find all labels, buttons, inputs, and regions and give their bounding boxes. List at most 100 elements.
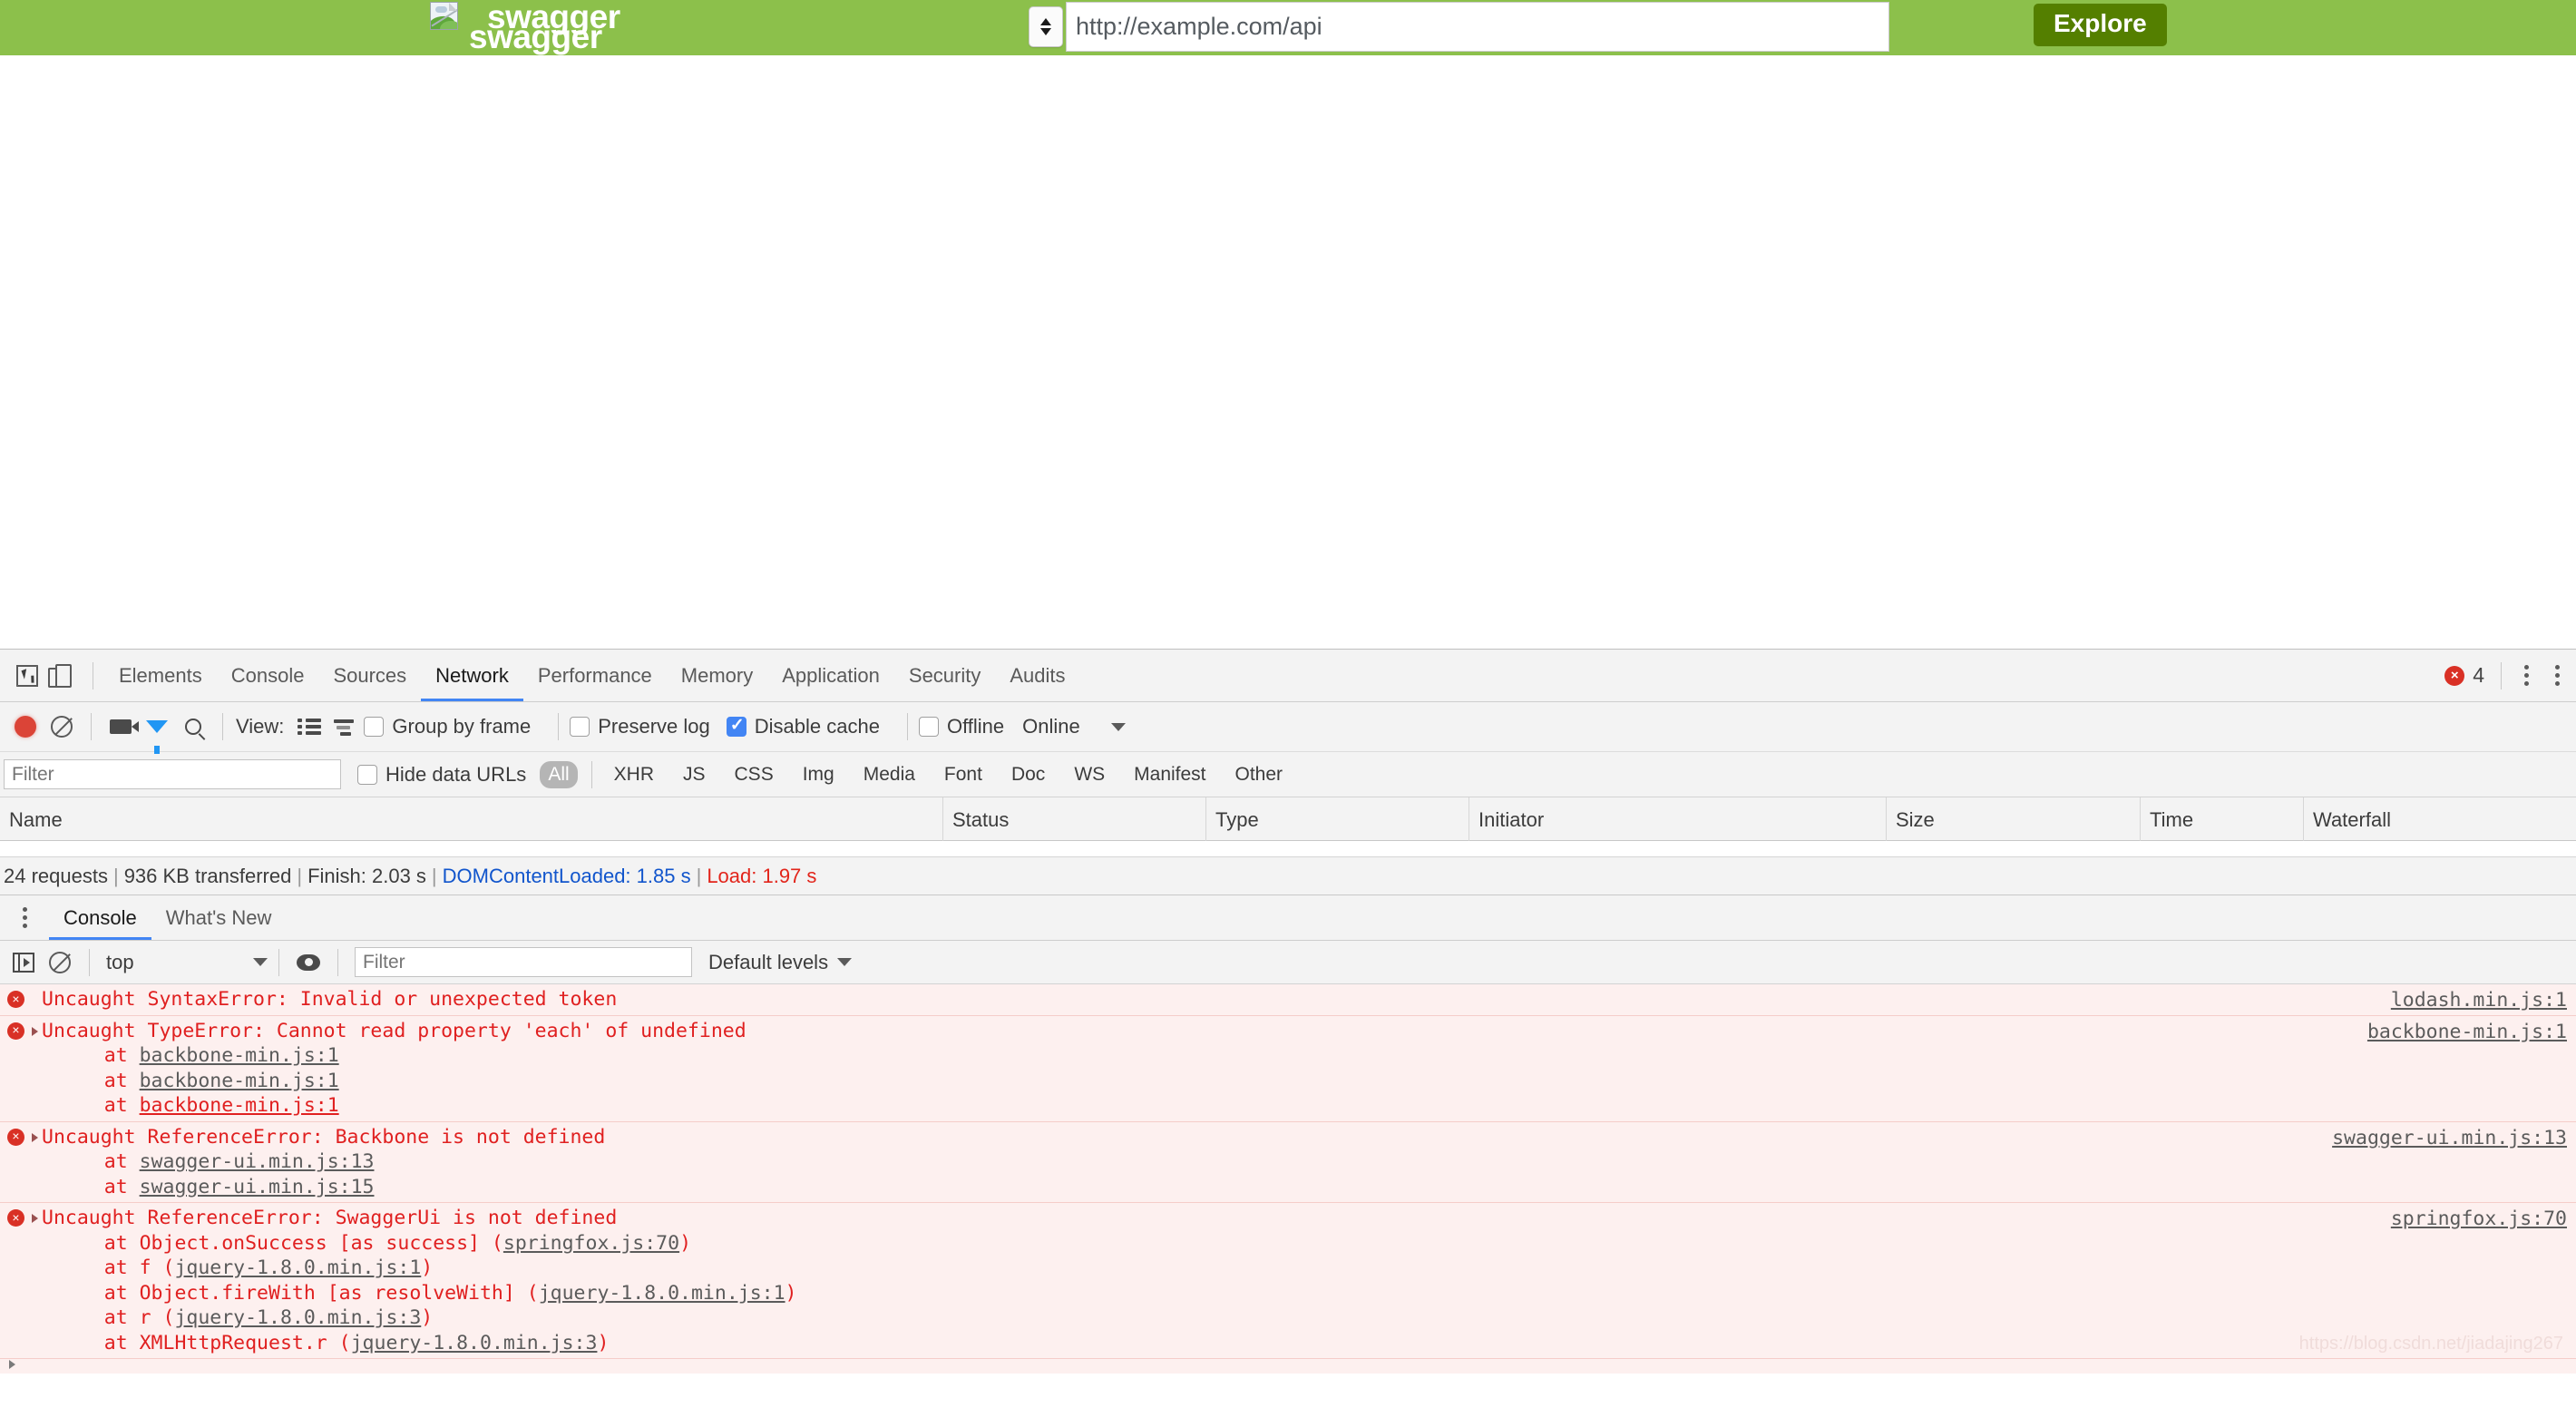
resource-filter-js[interactable]: JS (675, 761, 714, 788)
stepper-down-icon[interactable] (1040, 28, 1051, 35)
network-table-header: Name Status Type Initiator Size Time Waterfall (0, 797, 2576, 841)
network-filter-input[interactable] (4, 759, 341, 789)
console-message-source-link[interactable]: springfox.js:70 (2391, 1207, 2567, 1232)
stack-line-source-link[interactable]: backbone-min.js:1 (140, 1070, 339, 1092)
throttling-chevron-down-icon[interactable] (1110, 722, 1126, 731)
stack-line-source-link[interactable]: backbone-min.js:1 (140, 1094, 339, 1117)
resource-filter-img[interactable]: Img (795, 761, 843, 788)
drawer-tab-console[interactable]: Console (49, 895, 151, 940)
resource-filter-css[interactable]: CSS (727, 761, 782, 788)
error-count-badge[interactable]: × 4 (2444, 663, 2484, 688)
column-header-initiator[interactable]: Initiator (1469, 797, 1887, 841)
console-message-source-link[interactable]: swagger-ui.min.js:13 (2332, 1126, 2567, 1151)
console-context-selector[interactable]: top (106, 951, 268, 974)
devtools-tab-performance[interactable]: Performance (523, 650, 667, 701)
api-url-input[interactable] (1066, 2, 1889, 52)
devtools-tab-security[interactable]: Security (894, 650, 995, 701)
device-toolbar-icon[interactable] (45, 658, 82, 694)
capture-screenshots-icon[interactable] (102, 709, 139, 745)
console-message-list: × Uncaught SyntaxError: Invalid or unexpe… (0, 984, 2576, 1359)
stepper-up-icon[interactable] (1040, 18, 1051, 25)
disable-cache-label: Disable cache (754, 715, 880, 738)
error-count-label: 4 (2473, 663, 2484, 687)
column-header-time[interactable]: Time (2141, 797, 2304, 841)
stack-line-prefix: at r ( (57, 1306, 175, 1329)
record-button[interactable] (7, 709, 44, 745)
expand-triangle-icon[interactable] (32, 1132, 38, 1142)
stack-line-source-link[interactable]: jquery-1.8.0.min.js:3 (351, 1332, 598, 1354)
console-log-levels-selector[interactable]: Default levels (708, 951, 853, 974)
column-header-waterfall[interactable]: Waterfall (2304, 797, 2576, 841)
resource-filter-all[interactable]: All (540, 760, 578, 788)
error-icon: × (7, 1022, 24, 1040)
devtools-more-options-icon[interactable] (2514, 665, 2538, 686)
console-sidebar-toggle-icon[interactable] (5, 944, 42, 981)
column-header-type[interactable]: Type (1206, 797, 1469, 841)
resource-filter-font[interactable]: Font (936, 761, 990, 788)
url-stepper-control[interactable] (1029, 6, 1063, 47)
devtools-tab-console[interactable]: Console (217, 650, 319, 701)
stack-line-prefix: at (57, 1175, 140, 1198)
filter-funnel-icon[interactable] (139, 709, 175, 754)
stack-line-source-link[interactable]: backbone-min.js:1 (140, 1044, 339, 1067)
stack-line-source-link[interactable]: jquery-1.8.0.min.js:1 (174, 1256, 421, 1279)
stack-line-source-link[interactable]: jquery-1.8.0.min.js:3 (174, 1306, 421, 1329)
console-message-source-link[interactable]: backbone-min.js:1 (2367, 1020, 2567, 1045)
devtools-tab-elements[interactable]: Elements (104, 650, 217, 701)
resource-type-filters: All XHR JS CSS Img Media Font Doc WS Manifest Othe… (533, 760, 1297, 788)
devtools-tab-application[interactable]: Application (767, 650, 894, 701)
checkbox-box (357, 764, 377, 785)
stack-line-source-link[interactable]: springfox.js:70 (503, 1232, 679, 1255)
expand-triangle-icon[interactable] (32, 1214, 38, 1223)
stack-line-source-link[interactable]: swagger-ui.min.js:15 (140, 1176, 375, 1198)
stack-line-source-link[interactable]: jquery-1.8.0.min.js:1 (539, 1282, 785, 1305)
chevron-down-icon (253, 958, 268, 966)
drawer-more-options-icon[interactable] (13, 907, 36, 928)
clear-button[interactable] (44, 709, 80, 745)
checkbox-box (918, 717, 939, 737)
broken-image-icon (430, 2, 458, 30)
throttling-value[interactable]: Online (1022, 715, 1080, 738)
group-by-frame-checkbox[interactable]: Group by frame (364, 715, 531, 738)
devtools-tab-network[interactable]: Network (421, 650, 523, 701)
console-message-header: × Uncaught SyntaxError: Invalid or unexpe… (0, 987, 2576, 1012)
live-expression-eye-icon[interactable] (290, 944, 327, 981)
summary-separator: | (112, 864, 119, 887)
column-header-status[interactable]: Status (943, 797, 1206, 841)
drawer-tab-what-s-new[interactable]: What's New (151, 895, 287, 940)
console-message: × Uncaught ReferenceError: SwaggerUi is n… (0, 1203, 2576, 1359)
console-prompt[interactable] (0, 1359, 2576, 1374)
view-waterfall-icon[interactable] (327, 709, 364, 745)
resource-filter-other[interactable]: Other (1227, 761, 1292, 788)
stack-line-source-link[interactable]: swagger-ui.min.js:13 (140, 1150, 375, 1173)
network-filter-row: Hide data URLs All XHR JS CSS Img Media Font Do… (0, 752, 2576, 797)
resource-filter-ws[interactable]: WS (1066, 761, 1113, 788)
console-filter-input[interactable] (355, 947, 692, 977)
expand-triangle-icon[interactable] (32, 1026, 38, 1036)
preserve-log-checkbox[interactable]: Preserve log (570, 715, 710, 738)
resource-filter-manifest[interactable]: Manifest (1126, 761, 1214, 788)
devtools-tab-sources[interactable]: Sources (318, 650, 421, 701)
column-header-size[interactable]: Size (1887, 797, 2141, 841)
stack-line-suffix: ) (421, 1306, 434, 1329)
devtools-tab-memory[interactable]: Memory (667, 650, 767, 701)
console-message-header: × Uncaught TypeError: Cannot read propert… (0, 1019, 2576, 1044)
explore-button[interactable]: Explore (2034, 4, 2167, 46)
console-clear-icon[interactable] (42, 944, 78, 981)
resource-filter-doc[interactable]: Doc (1003, 761, 1053, 788)
view-list-icon[interactable] (291, 709, 327, 745)
console-message: × Uncaught SyntaxError: Invalid or unexpe… (0, 984, 2576, 1016)
hide-data-urls-checkbox[interactable]: Hide data URLs (357, 763, 526, 787)
resource-filter-xhr[interactable]: XHR (606, 761, 662, 788)
console-message-source-link[interactable]: lodash.min.js:1 (2391, 988, 2567, 1013)
toolbar-divider (91, 713, 92, 740)
devtools-tab-audits[interactable]: Audits (995, 650, 1079, 701)
console-message-header: × Uncaught ReferenceError: SwaggerUi is n… (0, 1206, 2576, 1231)
devtools-close-icon[interactable] (2552, 665, 2561, 686)
search-icon[interactable] (175, 709, 211, 745)
disable-cache-checkbox[interactable]: Disable cache (726, 715, 880, 738)
column-header-name[interactable]: Name (0, 797, 943, 841)
inspect-element-icon[interactable] (9, 658, 45, 694)
resource-filter-media[interactable]: Media (855, 761, 923, 788)
offline-checkbox[interactable]: Offline (918, 715, 1004, 738)
